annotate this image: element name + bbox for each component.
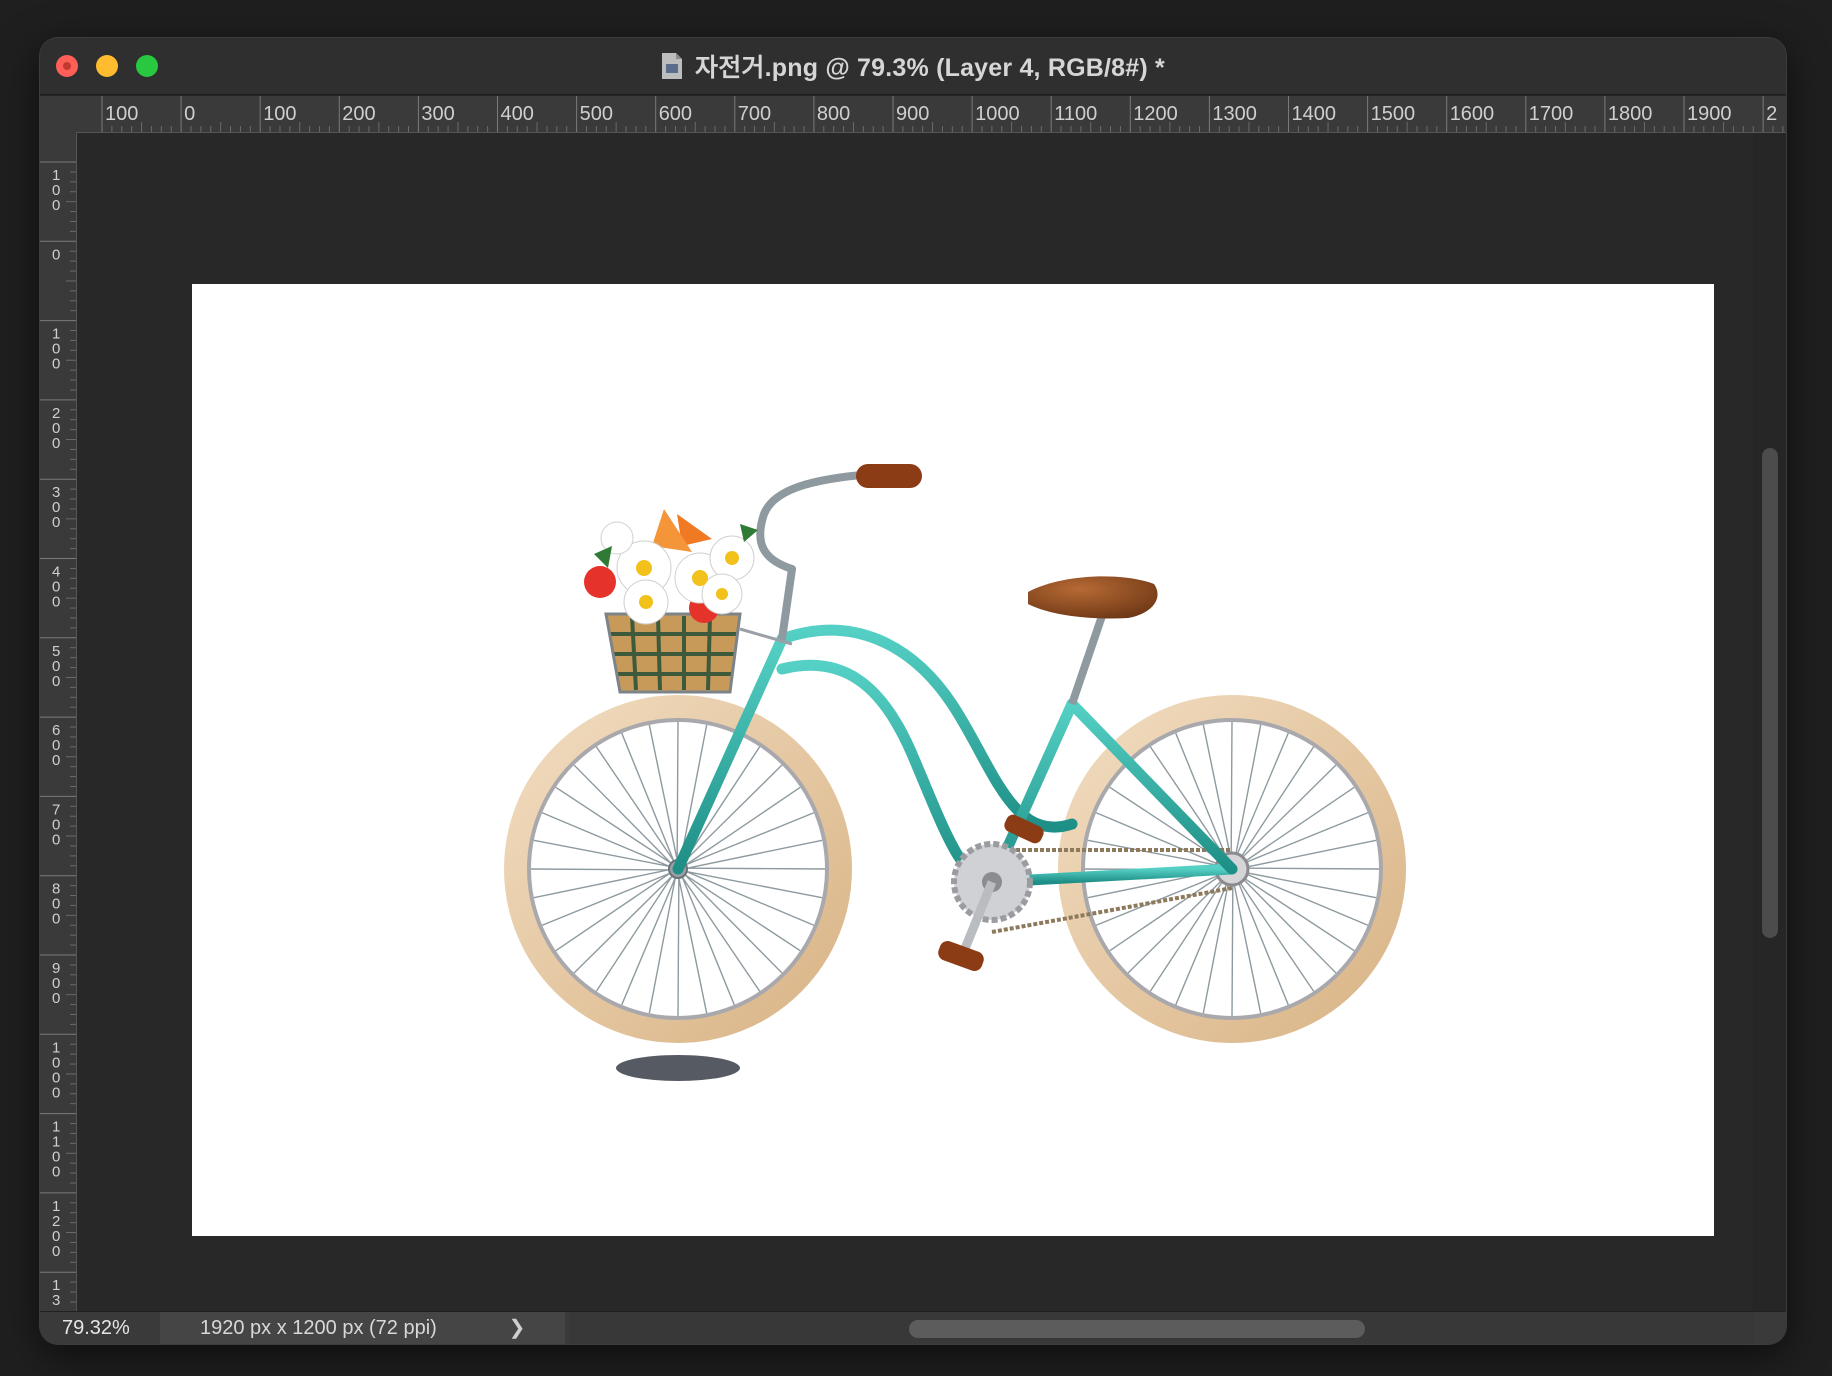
ruler-label: 100	[105, 103, 138, 125]
ruler-label: 200	[342, 103, 375, 125]
vertical-ruler[interactable]: 1000100200300400500600700800900100011001…	[40, 132, 77, 1344]
ruler-label: 1900	[1687, 103, 1732, 125]
wheel-spoke	[533, 839, 671, 868]
ruler-label: 0	[52, 1084, 60, 1101]
window-title: 자전거.png @ 79.3% (Layer 4, RGB/8#) *	[695, 54, 1165, 82]
ruler-label: 1300	[1212, 103, 1257, 125]
ruler-label: 0	[184, 103, 195, 125]
wheel-spoke	[685, 839, 823, 870]
wheel-spoke	[1233, 724, 1262, 862]
wheel-spoke	[685, 870, 823, 899]
wheel-spoke	[541, 866, 686, 926]
horizontal-scrollbar-track[interactable]	[570, 1312, 1754, 1344]
horizontal-ruler-ticks: 100 0 100 200 300 400 500 600 700 800 900 1000 1100 1…	[101, 96, 1784, 132]
wheel-spoke	[530, 868, 686, 871]
document-icon	[662, 53, 683, 79]
ruler-label: 0	[52, 1243, 60, 1260]
ruler-label: 100	[263, 103, 296, 125]
wheel-spoke	[676, 721, 679, 877]
ruler-label: 1800	[1608, 103, 1653, 125]
ruler-label: 0	[52, 594, 60, 611]
ruler-label: 400	[501, 103, 534, 125]
wheel-spoke	[555, 872, 672, 952]
ruler-label: 300	[421, 103, 454, 125]
status-bar: 79.32% 1920 px x 1200 px (72 ppi) ❯	[40, 1311, 1786, 1344]
wheel-spoke	[670, 867, 826, 870]
wheel-spoke	[621, 732, 681, 877]
handlebar	[756, 470, 876, 643]
ruler-label: 0	[52, 831, 60, 848]
ruler-label: 2	[1766, 103, 1777, 125]
vertical-scrollbar-thumb[interactable]	[1762, 448, 1778, 938]
ruler-label: 0	[52, 1164, 60, 1181]
ruler-label: 0	[52, 673, 60, 690]
ground-shadow	[616, 1055, 740, 1081]
ruler-label: 600	[659, 103, 692, 125]
wheel-spoke	[677, 876, 708, 1014]
ruler-origin-corner[interactable]	[40, 96, 77, 133]
ruler-label: 1200	[1133, 103, 1178, 125]
vertical-ruler-ticks: 1000100200300400500600700800900100011001…	[40, 161, 76, 1343]
handlebar-grip	[856, 464, 922, 488]
wheel-spoke	[1235, 875, 1315, 992]
wheel-spoke	[1239, 839, 1377, 870]
flower-bouquet	[584, 509, 758, 625]
ruler-label: 1700	[1529, 103, 1574, 125]
wheel-spoke	[1202, 876, 1231, 1014]
zoom-level-field[interactable]: 79.32%	[40, 1312, 158, 1344]
ruler-label: 700	[738, 103, 771, 125]
ruler-label: 0	[52, 752, 60, 769]
title-bar[interactable]: 자전거.png @ 79.3% (Layer 4, RGB/8#) *	[40, 38, 1786, 95]
wheel-spoke	[648, 724, 679, 862]
ruler-label: 0	[52, 990, 60, 1007]
pedal-bottom	[938, 940, 984, 972]
horizontal-scrollbar-thumb[interactable]	[909, 1320, 1365, 1338]
document-canvas[interactable]	[192, 284, 1714, 1236]
wheel-spoke	[681, 875, 761, 992]
ruler-label: 0	[52, 246, 60, 263]
wheel-spoke	[1231, 876, 1262, 1014]
ruler-label: 900	[896, 103, 929, 125]
wheel-spoke	[1109, 872, 1226, 952]
ruler-label: 3	[52, 1292, 60, 1309]
wheel-spoke	[1238, 786, 1355, 866]
horizontal-ruler[interactable]: 100 0 100 200 300 400 500 600 700 800 900 1000 1100 1…	[76, 96, 1786, 133]
ruler-label: 0	[52, 435, 60, 452]
ruler-label: 1100	[1054, 103, 1097, 125]
wheel-spoke	[648, 876, 677, 1014]
title-group: 자전거.png @ 79.3% (Layer 4, RGB/8#) *	[40, 38, 1786, 94]
ruler-label: 0	[52, 197, 60, 214]
ruler-label: 1600	[1450, 103, 1495, 125]
ruler-label: 1000	[975, 103, 1020, 125]
wheel-spoke	[670, 864, 815, 926]
bicycle-artwork	[504, 464, 1406, 1081]
canvas-pasteboard[interactable]	[77, 133, 1753, 1311]
photoshop-document-window: 자전거.png @ 79.3% (Layer 4, RGB/8#) * 100 0…	[40, 38, 1786, 1344]
saddle	[1028, 576, 1158, 619]
seat-post	[1068, 614, 1106, 706]
ruler-label: 1500	[1371, 103, 1416, 125]
ruler-label: 0	[52, 356, 60, 373]
wheel-spoke	[595, 746, 675, 863]
wheel-spoke	[621, 861, 683, 1006]
ruler-label: 800	[817, 103, 850, 125]
ruler-label: 500	[580, 103, 613, 125]
wheel-spoke	[541, 812, 686, 874]
wheel-spoke	[677, 861, 680, 1017]
ruler-label: 0	[52, 514, 60, 531]
bike-frame	[672, 624, 1238, 888]
wheel-spoke	[533, 868, 671, 899]
wheel-spoke	[1239, 870, 1377, 899]
ruler-label: 1400	[1292, 103, 1337, 125]
wheel-spoke	[675, 861, 735, 1006]
ruler-label: 0	[52, 911, 60, 928]
chevron-right-icon[interactable]: ❯	[502, 1312, 532, 1344]
